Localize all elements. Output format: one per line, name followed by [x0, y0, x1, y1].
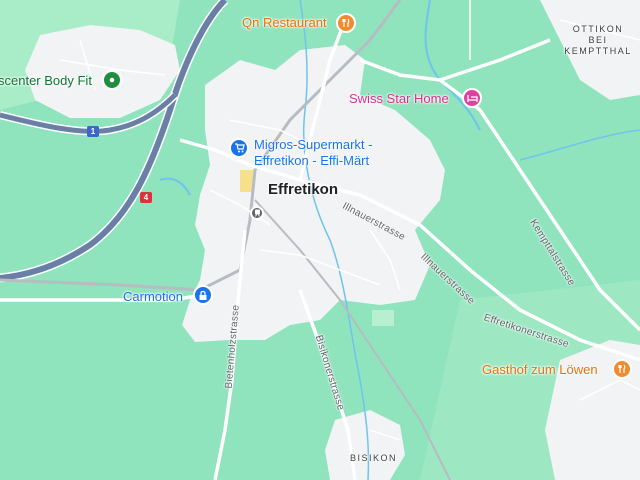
fork-knife-icon[interactable] — [612, 359, 632, 379]
padlock-icon[interactable] — [193, 285, 213, 305]
place-label-effretikon: Effretikon — [268, 181, 339, 198]
train-station-icon[interactable] — [250, 206, 264, 220]
poi-migros-label[interactable]: Migros-Supermarkt - Effretikon - Effi-Mä… — [254, 137, 372, 169]
ottikon-text: OTTIKON BEI KEMPTTHAL — [564, 24, 632, 56]
poi-body-fit-label[interactable]: scenter Body Fit — [0, 73, 92, 88]
poi-migros-line2: Effretikon - Effi-Märt — [254, 153, 370, 168]
place-label-ottikon: OTTIKON BEI KEMPTTHAL — [563, 24, 633, 57]
poi-migros-line1: Migros-Supermarkt - — [254, 137, 373, 152]
fork-knife-icon[interactable] — [336, 13, 356, 33]
road-shield-4: 4 — [140, 192, 152, 203]
poi-gasthof-zum-loewen-label[interactable]: Gasthof zum Löwen — [482, 362, 598, 377]
shopping-cart-icon[interactable] — [229, 138, 249, 158]
road-shield-1: 1 — [87, 126, 99, 137]
dumbbell-icon[interactable] — [102, 70, 122, 90]
poi-qn-restaurant-label[interactable]: Qn Restaurant — [242, 15, 327, 30]
poi-carmotion-label[interactable]: Carmotion — [123, 289, 183, 305]
poi-swiss-star-home-label[interactable]: Swiss Star Home — [349, 91, 449, 106]
park-area — [372, 310, 394, 326]
bed-icon[interactable] — [462, 88, 482, 108]
place-label-bisikon: BISIKON — [350, 453, 398, 463]
